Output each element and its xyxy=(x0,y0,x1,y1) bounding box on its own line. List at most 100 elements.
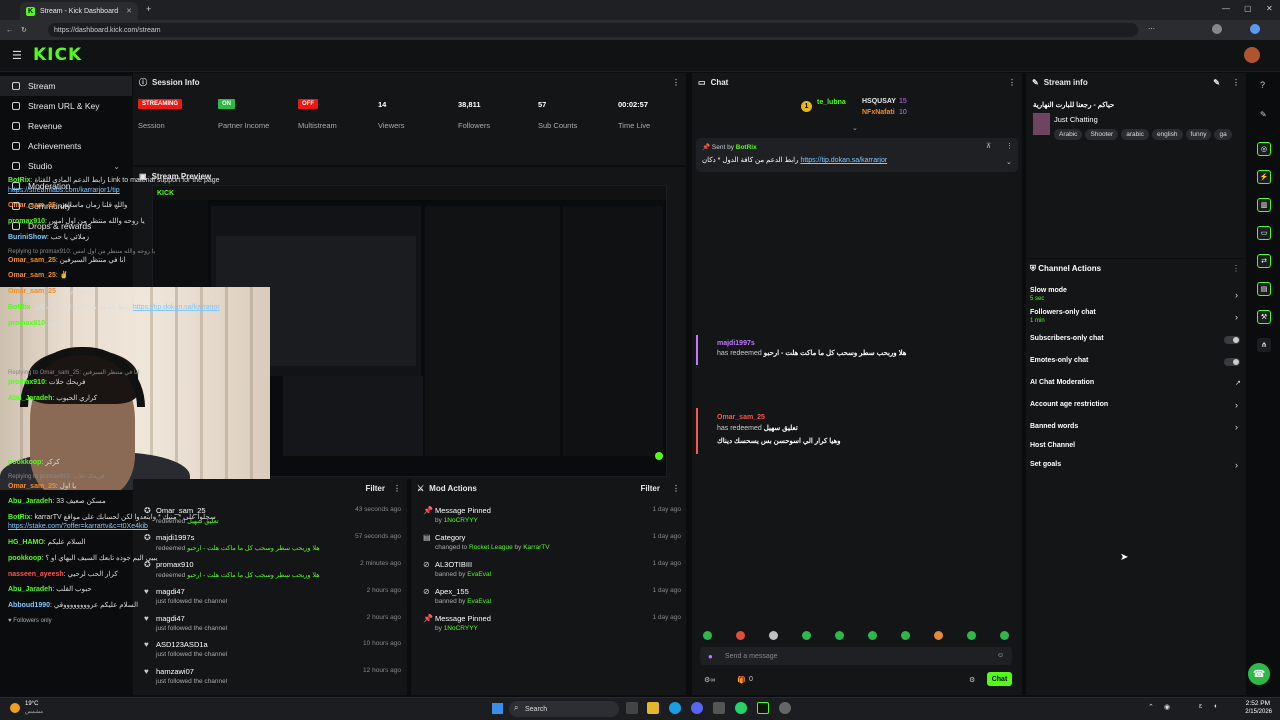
tray-chevron-icon[interactable]: ⌃ xyxy=(1148,703,1154,711)
pencil-icon[interactable]: ✎ xyxy=(1260,110,1267,119)
emote-icon[interactable] xyxy=(868,631,877,640)
new-tab-icon[interactable]: + xyxy=(146,4,151,14)
chat-link[interactable]: https://streamlabs.com/karrarjor1/tip xyxy=(8,187,120,194)
url-input[interactable]: https://dashboard.kick.com/stream xyxy=(48,23,1138,37)
chat-username[interactable]: Abu_Jaradeh xyxy=(8,395,52,402)
edge-icon[interactable] xyxy=(669,702,681,714)
chat-username[interactable]: promax910 xyxy=(8,379,45,386)
tag[interactable]: Arabic xyxy=(1054,129,1083,140)
sidebar-item-revenue[interactable]: Revenue xyxy=(0,116,132,136)
more-icon[interactable]: ⋮ xyxy=(672,484,680,493)
arrows-icon[interactable]: ⇄ xyxy=(1257,254,1271,268)
chat-message-input[interactable]: Send a message xyxy=(700,647,1012,665)
edit-pencil-icon[interactable]: ✎ xyxy=(1213,78,1220,87)
back-icon[interactable]: ← xyxy=(6,27,13,34)
mod-action-category[interactable]: Rocket League xyxy=(469,544,513,551)
chat-username[interactable]: pookkoop xyxy=(8,555,41,562)
taskbar-search-input[interactable]: Search xyxy=(509,701,619,717)
task-view-icon[interactable] xyxy=(626,702,638,714)
chat-link[interactable]: https://tip.dokan.sa/karrarjor xyxy=(133,304,220,311)
gift-icon[interactable]: 🎁 xyxy=(737,676,746,684)
chat-username[interactable]: promax910 xyxy=(8,218,45,225)
filter-button[interactable]: Filter xyxy=(640,484,660,493)
chevron-right-icon[interactable]: › xyxy=(1235,290,1238,300)
clock-time[interactable]: 2:52 PM xyxy=(1236,700,1270,707)
message-icon[interactable]: ▭ xyxy=(1257,226,1271,240)
chevron-down-icon[interactable]: ⌄ xyxy=(1006,158,1012,166)
more-icon[interactable]: ⋮ xyxy=(393,484,401,493)
lightning-icon[interactable]: ⚡ xyxy=(1257,170,1271,184)
chat-username[interactable]: promax910 xyxy=(8,320,45,327)
chat-username[interactable]: Omar_sam_25 xyxy=(717,414,765,421)
chat-username[interactable]: Omar_sam_25 xyxy=(8,288,56,295)
calculator-icon[interactable] xyxy=(713,702,725,714)
mod-action-user[interactable]: EvaEval xyxy=(467,571,491,578)
chat-username[interactable]: Omar_sam_25 xyxy=(8,272,56,279)
emote-icon[interactable] xyxy=(967,631,976,640)
help-icon[interactable]: ? xyxy=(1260,80,1265,90)
avatar[interactable] xyxy=(1244,47,1260,63)
minimize-icon[interactable]: — xyxy=(1222,4,1230,13)
channel-action-slow-mode[interactable]: Slow mode 5 sec xyxy=(1030,287,1067,302)
more-icon[interactable]: ⋮ xyxy=(1006,142,1013,150)
sidebar-item-achievements[interactable]: Achievements xyxy=(0,136,132,156)
chat-username[interactable]: majdi1997s xyxy=(717,340,755,347)
weather-temp[interactable]: 19°C xyxy=(25,701,38,707)
rail-tool-icon[interactable]: ◎ xyxy=(1257,142,1271,156)
settings-dots-icon[interactable]: ⋯ xyxy=(1148,25,1155,33)
mod-action-user[interactable]: 1NoCRYYY xyxy=(444,625,478,632)
windows-start-icon[interactable] xyxy=(492,703,503,714)
top-gifter-name[interactable]: HSQUSAY xyxy=(862,98,896,105)
unpin-icon[interactable]: ⊼ xyxy=(986,142,991,150)
chat-username[interactable]: BuriniShow xyxy=(8,234,47,241)
chat-username[interactable]: nasseen_ayeesh xyxy=(8,571,64,578)
volume-icon[interactable]: ◐ xyxy=(1214,703,1218,710)
more-icon[interactable]: ⋮ xyxy=(1232,78,1240,87)
tag[interactable]: ga xyxy=(1214,129,1232,140)
mod-action-user[interactable]: KarrarTV xyxy=(523,544,549,551)
profile-icon[interactable] xyxy=(1212,24,1222,34)
mod-action-user[interactable]: 1NoCRYYY xyxy=(444,517,478,524)
chevron-right-icon[interactable]: › xyxy=(1235,400,1238,410)
chat-username[interactable]: Omar_sam_25 xyxy=(8,483,56,490)
channel-action-account-age[interactable]: Account age restriction xyxy=(1030,401,1108,408)
tag[interactable]: arabic xyxy=(1121,129,1149,140)
close-window-icon[interactable]: ✕ xyxy=(1266,4,1273,13)
kick-logo[interactable]: KICK xyxy=(33,45,82,65)
chat-username[interactable]: Omar_sam_25 xyxy=(8,257,56,264)
emote-icon[interactable] xyxy=(835,631,844,640)
chevron-right-icon[interactable]: › xyxy=(1235,422,1238,432)
chat-username[interactable]: BotRix xyxy=(8,514,31,521)
chat-username[interactable]: Omar_sam_25 xyxy=(8,202,56,209)
chat-username[interactable]: BotRix xyxy=(8,304,31,311)
chat-username[interactable]: Abu_Jaradeh xyxy=(8,586,52,593)
chat-settings-icon[interactable]: ⚙∞ xyxy=(704,676,715,684)
tag[interactable]: funny xyxy=(1185,129,1212,140)
whatsapp-icon[interactable] xyxy=(735,702,747,714)
wifi-icon[interactable]: ◉ xyxy=(1164,703,1170,711)
emote-icon[interactable] xyxy=(736,631,745,640)
copilot-icon[interactable] xyxy=(1250,24,1260,34)
channel-action-banned-words[interactable]: Banned words xyxy=(1030,423,1078,430)
hamburger-menu-icon[interactable]: ☰ xyxy=(12,49,22,62)
pinned-user[interactable]: BotRix xyxy=(736,144,757,151)
emote-icon[interactable] xyxy=(901,631,910,640)
chat-username[interactable]: pookkoop xyxy=(8,459,41,466)
document-icon[interactable]: ▥ xyxy=(1257,198,1271,212)
clock-date[interactable]: 2/15/2026 xyxy=(1236,709,1272,715)
chat-username[interactable]: Abboud1990 xyxy=(8,602,50,609)
category-name[interactable]: Just Chatting xyxy=(1054,115,1098,124)
more-icon[interactable]: ⋮ xyxy=(1008,78,1016,87)
reload-icon[interactable]: ↻ xyxy=(21,26,27,34)
layers-icon[interactable]: ▤ xyxy=(1257,282,1271,296)
activity-user[interactable]: magdi47 xyxy=(156,614,401,623)
more-icon[interactable]: ⋮ xyxy=(672,78,680,87)
tag[interactable]: Shooter xyxy=(1085,129,1119,140)
channel-action-ai-moderation[interactable]: AI Chat Moderation xyxy=(1030,379,1094,386)
chevron-right-icon[interactable]: › xyxy=(1235,460,1238,470)
chevron-down-icon[interactable]: ⌄ xyxy=(852,124,858,132)
kick-app-icon[interactable] xyxy=(757,702,769,714)
support-chat-icon[interactable]: ☎ xyxy=(1248,663,1270,685)
emotes-only-toggle[interactable] xyxy=(1224,358,1240,366)
chat-username[interactable]: HG_HAMO xyxy=(8,539,44,546)
